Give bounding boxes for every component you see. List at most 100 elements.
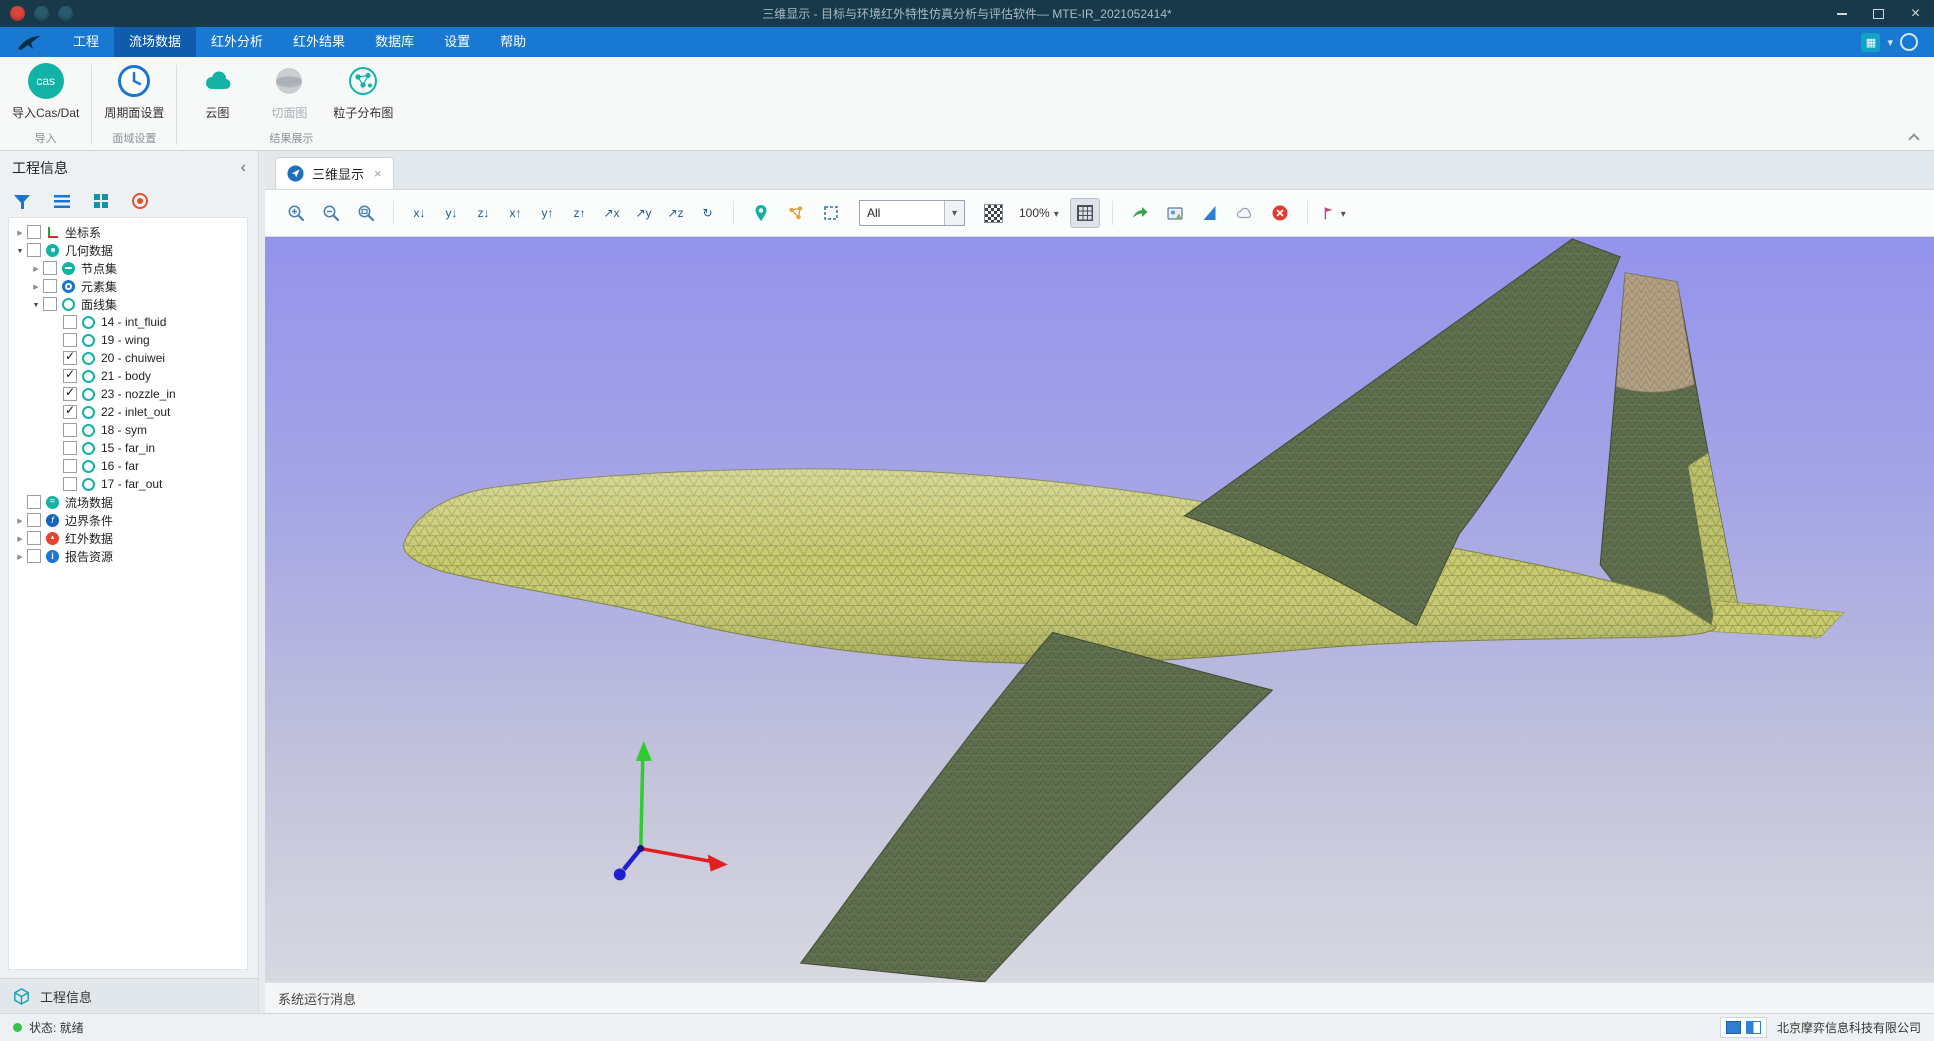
tree-item[interactable]: 流场数据 — [9, 493, 247, 511]
locate-pin-button[interactable] — [746, 198, 776, 228]
menu-item-flowfield-data[interactable]: 流场数据 — [114, 27, 196, 57]
clear-results-button[interactable] — [1265, 198, 1295, 228]
project-tree[interactable]: 坐标系 几何数据 节点集 元素集 — [8, 217, 248, 970]
zoom-in-button[interactable] — [281, 198, 311, 228]
display-filter-select[interactable]: All — [859, 200, 965, 226]
visibility-checkbox[interactable] — [27, 495, 41, 509]
visibility-checkbox[interactable] — [63, 351, 77, 365]
menu-item-engineering[interactable]: 工程 — [58, 27, 114, 57]
visibility-checkbox[interactable] — [27, 225, 41, 239]
project-info-bottom-tab[interactable]: 工程信息 — [0, 978, 258, 1013]
tree-item[interactable]: 23 - nozzle_in — [9, 385, 247, 403]
export-button[interactable] — [1125, 198, 1155, 228]
import-casdat-button[interactable]: cas 导入Cas/Dat — [12, 63, 79, 121]
collapse-panel-button[interactable] — [241, 160, 246, 176]
tree-item[interactable]: 节点集 — [9, 259, 247, 277]
filter-funnel-icon[interactable] — [14, 194, 30, 209]
menu-item-ir-analysis[interactable]: 红外分析 — [196, 27, 278, 57]
grid-toggle-button[interactable] — [1070, 198, 1100, 228]
visibility-checkbox[interactable] — [43, 297, 57, 311]
visibility-checkbox[interactable] — [63, 459, 77, 473]
contour-plot-button[interactable]: 云图 — [189, 63, 245, 121]
visibility-checkbox[interactable] — [43, 261, 57, 275]
viewport-3d[interactable] — [265, 237, 1934, 982]
tree-item[interactable]: 15 - far_in — [9, 439, 247, 457]
view-x-up-button[interactable]: x↑ — [502, 199, 529, 227]
tree-item[interactable]: 元素集 — [9, 277, 247, 295]
particle-trace-button[interactable] — [781, 198, 811, 228]
view-y-down-button[interactable]: y↓ — [438, 199, 465, 227]
visibility-checkbox[interactable] — [63, 441, 77, 455]
layout-toggle-a-icon[interactable] — [1726, 1021, 1741, 1034]
expander-icon[interactable] — [14, 546, 26, 567]
zoom-out-button[interactable] — [316, 198, 346, 228]
account-circle-icon[interactable] — [1900, 33, 1918, 51]
symmetry-button[interactable] — [1195, 198, 1225, 228]
tree-item[interactable]: 面线集 — [9, 295, 247, 313]
app-button-icon[interactable] — [10, 6, 25, 21]
visibility-checkbox[interactable] — [43, 279, 57, 293]
view-z-up-button[interactable]: z↑ — [566, 199, 593, 227]
expander-icon[interactable] — [30, 294, 42, 315]
tree-item[interactable]: 20 - chuiwei — [9, 349, 247, 367]
apps-grid-icon[interactable] — [1861, 33, 1880, 52]
tab-3d-display[interactable]: 三维显示 — [275, 157, 394, 189]
save-button-icon[interactable] — [34, 6, 49, 21]
view-iso-y-button[interactable]: ↗y — [630, 199, 657, 227]
tree-item[interactable]: 16 - far — [9, 457, 247, 475]
locate-target-icon[interactable] — [132, 193, 148, 209]
particle-distribution-button[interactable]: 粒子分布图 — [333, 63, 393, 121]
visibility-checkbox[interactable] — [63, 387, 77, 401]
visibility-checkbox[interactable] — [63, 333, 77, 347]
visibility-checkbox[interactable] — [63, 477, 77, 491]
annotation-marker-dropdown[interactable] — [1320, 204, 1346, 222]
view-x-down-button[interactable]: x↓ — [406, 199, 433, 227]
view-z-down-button[interactable]: z↓ — [470, 199, 497, 227]
menu-item-database[interactable]: 数据库 — [360, 27, 429, 57]
tree-item[interactable]: 18 - sym — [9, 421, 247, 439]
undo-button-icon[interactable] — [58, 6, 73, 21]
periodic-face-settings-button[interactable]: 周期面设置 — [104, 63, 164, 121]
dropdown-arrow-icon[interactable] — [944, 201, 964, 225]
close-button[interactable] — [1897, 0, 1934, 27]
view-iso-x-button[interactable]: ↗x — [598, 199, 625, 227]
cloud-display-button[interactable] — [1230, 198, 1260, 228]
slice-plot-button[interactable]: 切面图 — [261, 63, 317, 121]
tree-item[interactable]: 几何数据 — [9, 241, 247, 259]
tree-item[interactable]: 22 - inlet_out — [9, 403, 247, 421]
box-select-button[interactable] — [816, 198, 846, 228]
tree-item[interactable]: 坐标系 — [9, 223, 247, 241]
tree-item[interactable]: 红外数据 — [9, 529, 247, 547]
view-y-up-button[interactable]: y↑ — [534, 199, 561, 227]
visibility-checkbox[interactable] — [27, 513, 41, 527]
grid-view-icon[interactable] — [94, 194, 108, 208]
tree-item[interactable]: 21 - body — [9, 367, 247, 385]
tab-close-icon[interactable] — [374, 166, 382, 181]
visibility-checkbox[interactable] — [63, 369, 77, 383]
visibility-checkbox[interactable] — [27, 531, 41, 545]
minimize-button[interactable] — [1823, 0, 1860, 27]
snapshot-button[interactable] — [1160, 198, 1190, 228]
tree-item[interactable]: 边界条件 — [9, 511, 247, 529]
list-view-icon[interactable] — [54, 195, 70, 208]
view-rotate-reset-button[interactable]: ↻ — [694, 199, 721, 227]
tree-item[interactable]: 报告资源 — [9, 547, 247, 565]
visibility-checkbox[interactable] — [27, 243, 41, 257]
menu-item-settings[interactable]: 设置 — [429, 27, 485, 57]
zoom-level-dropdown[interactable]: 100% — [1013, 206, 1065, 220]
halftone-button[interactable] — [978, 198, 1008, 228]
tree-item[interactable]: 14 - int_fluid — [9, 313, 247, 331]
visibility-checkbox[interactable] — [27, 549, 41, 563]
visibility-checkbox[interactable] — [63, 315, 77, 329]
menu-item-ir-results[interactable]: 红外结果 — [278, 27, 360, 57]
layout-toggle-b-icon[interactable] — [1746, 1021, 1761, 1034]
visibility-checkbox[interactable] — [63, 405, 77, 419]
menu-item-help[interactable]: 帮助 — [485, 27, 541, 57]
view-iso-z-button[interactable]: ↗z — [662, 199, 689, 227]
ribbon-collapse-chevron-icon[interactable] — [1909, 132, 1918, 141]
tree-item[interactable]: 19 - wing — [9, 331, 247, 349]
maximize-button[interactable] — [1860, 0, 1897, 27]
expander-icon[interactable] — [14, 240, 26, 261]
zoom-fit-button[interactable] — [351, 198, 381, 228]
tree-item[interactable]: 17 - far_out — [9, 475, 247, 493]
